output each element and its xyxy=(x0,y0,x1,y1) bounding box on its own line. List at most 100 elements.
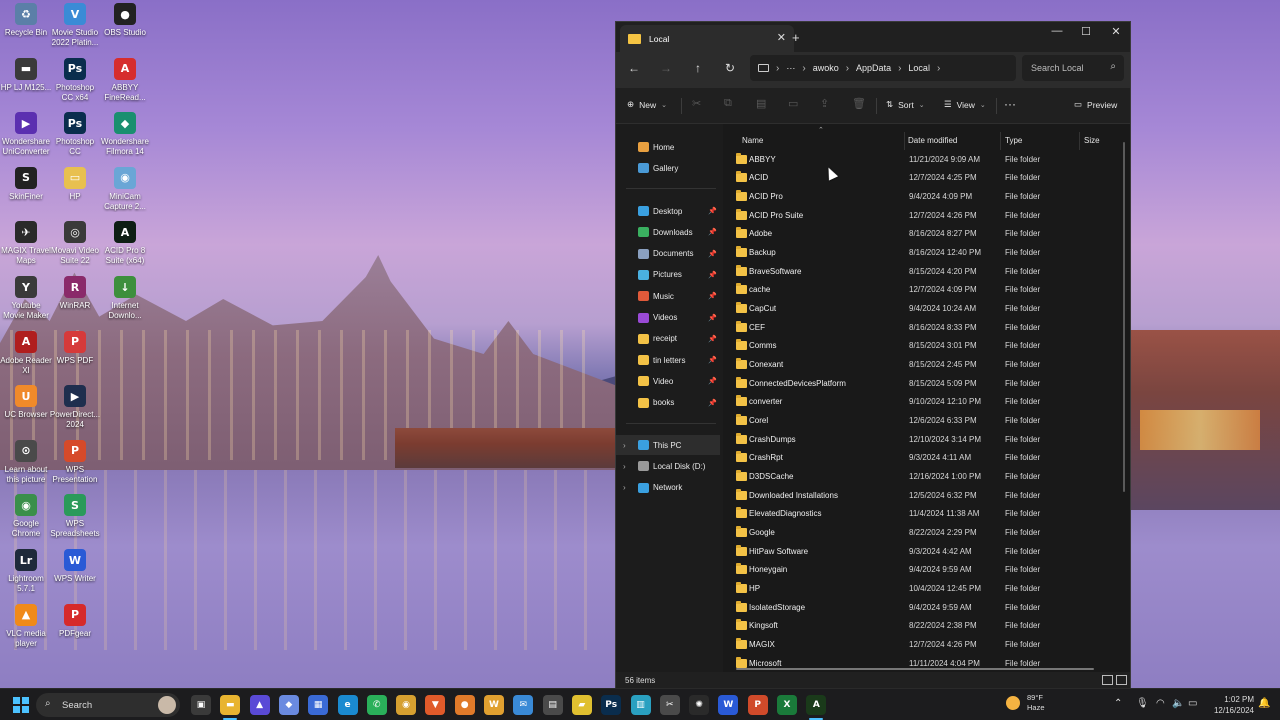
table-row[interactable]: Corel 12/6/2024 6:33 PM File folder xyxy=(724,411,1127,430)
desktop-icon-photoshop-cc[interactable]: Ps Photoshop CC xyxy=(49,112,101,157)
tab-local[interactable]: Local ✕ xyxy=(620,25,794,52)
column-divider[interactable] xyxy=(1000,132,1001,150)
taskbar-excel-icon[interactable]: X xyxy=(777,695,797,715)
up-arrow-icon[interactable]: ↑ xyxy=(688,61,708,75)
desktop-icon-wps-spreadsheets[interactable]: S WPS Spreadsheets xyxy=(49,494,101,539)
file-explorer-window[interactable]: Local ✕ + — ☐ ✕ ← → ↑ ↻ › ··· › awoko › … xyxy=(615,21,1131,689)
table-row[interactable]: ABBYY 11/21/2024 9:09 AM File folder xyxy=(724,150,1127,169)
taskbar-mail-icon[interactable]: ✉ xyxy=(513,695,534,715)
vertical-scrollbar[interactable] xyxy=(1123,142,1125,492)
horizontal-scrollbar[interactable] xyxy=(736,668,1094,670)
breadcrumb-awoko[interactable]: awoko xyxy=(813,63,839,73)
taskbar-task-view-icon[interactable]: ▣ xyxy=(191,695,211,715)
desktop-icon-magix-travel-maps[interactable]: ✈ MAGIX Travel Maps xyxy=(0,221,52,266)
table-row[interactable]: HitPaw Software 9/3/2024 4:42 AM File fold… xyxy=(724,542,1127,561)
taskbar-store-icon[interactable]: ▦ xyxy=(308,695,329,715)
table-row[interactable]: HP 10/4/2024 12:45 PM File folder xyxy=(724,579,1127,598)
desktop-icon-recycle-bin[interactable]: ♻ Recycle Bin xyxy=(0,3,52,38)
table-row[interactable]: CrashDumps 12/10/2024 3:14 PM File folder xyxy=(724,430,1127,449)
table-row[interactable]: CapCut 9/4/2024 10:24 AM File folder xyxy=(724,299,1127,318)
minimize-button[interactable]: — xyxy=(1042,25,1072,37)
tiles-view-icon[interactable] xyxy=(1116,675,1127,685)
breadcrumb-appdata[interactable]: AppData xyxy=(856,63,891,73)
table-row[interactable]: ElevatedDiagnostics 11/4/2024 11:38 AM Fil… xyxy=(724,504,1127,523)
refresh-icon[interactable]: ↻ xyxy=(720,61,740,75)
volume-icon[interactable]: 🔈 xyxy=(1172,698,1184,709)
desktop-icon-winrar[interactable]: R WinRAR xyxy=(49,276,101,311)
desktop-icon-wondershare-uniconverter[interactable]: ▶ Wondershare UniConverter xyxy=(0,112,52,157)
taskbar-powerpoint-icon[interactable]: P xyxy=(747,695,768,715)
taskbar-firefox-icon[interactable]: ● xyxy=(454,695,475,715)
sidebar-item-desktop[interactable]: Desktop 📌 xyxy=(616,201,720,221)
title-bar[interactable]: Local ✕ + — ☐ ✕ xyxy=(616,22,1130,52)
desktop-icon-wondershare-filmora-14[interactable]: ◆ Wondershare Filmora 14 xyxy=(99,112,151,157)
table-row[interactable]: Comms 8/15/2024 3:01 PM File folder xyxy=(724,337,1127,356)
table-row[interactable]: Google 8/22/2024 2:29 PM File folder xyxy=(724,523,1127,542)
desktop-icon-learn-about-this-picture[interactable]: ⊙ Learn about this picture xyxy=(0,439,52,485)
table-row[interactable]: MAGIX 12/7/2024 4:26 PM File folder xyxy=(724,635,1127,654)
chevron-right-icon[interactable]: › xyxy=(937,63,940,74)
sidebar-item-local-disk-d[interactable]: › Local Disk (D:) xyxy=(616,456,720,476)
maximize-button[interactable]: ☐ xyxy=(1071,25,1101,38)
table-row[interactable]: CEF 8/16/2024 8:33 PM File folder xyxy=(724,318,1127,337)
sidebar-item-receipt[interactable]: receipt 📌 xyxy=(616,329,720,349)
table-row[interactable]: Backup 8/16/2024 12:40 PM File folder xyxy=(724,243,1127,262)
taskbar-whatsapp-icon[interactable]: ✆ xyxy=(366,695,387,715)
sidebar-item-home[interactable]: Home xyxy=(616,137,720,157)
sidebar-item-tin-letters[interactable]: tin letters 📌 xyxy=(616,350,720,370)
table-row[interactable]: Kingsoft 8/22/2024 2:38 PM File folder xyxy=(724,616,1127,635)
back-arrow-icon[interactable]: ← xyxy=(624,61,644,75)
sort-button[interactable]: ⇅ Sort ⌄ xyxy=(886,99,925,110)
taskbar-chatgpt-icon[interactable]: ✺ xyxy=(689,695,710,715)
table-row[interactable]: Downloaded Installations 12/5/2024 6:32 P… xyxy=(724,486,1127,505)
notification-bell-icon[interactable]: 🔔 xyxy=(1258,698,1270,709)
desktop-icon-skinfiner[interactable]: S SkinFiner xyxy=(0,166,52,202)
sidebar-item-music[interactable]: Music 📌 xyxy=(616,286,720,306)
sidebar-item-network[interactable]: › Network xyxy=(616,478,720,498)
chevron-right-icon[interactable]: › xyxy=(623,483,626,492)
taskbar-notepad-icon[interactable]: ▥ xyxy=(630,695,651,715)
new-button[interactable]: ⊕ New ⌄ xyxy=(627,99,667,110)
column-header-type[interactable]: Type xyxy=(1005,136,1022,145)
taskbar-search[interactable]: ⌕ Search xyxy=(36,693,180,717)
delete-icon[interactable]: 🗑 xyxy=(852,97,866,110)
start-button[interactable] xyxy=(13,697,29,713)
more-options-button[interactable]: ··· xyxy=(1004,97,1016,111)
table-row[interactable]: BraveSoftware 8/15/2024 4:20 PM File folde… xyxy=(724,262,1127,281)
desktop-icon-hp[interactable]: ▭ HP xyxy=(49,166,101,202)
table-row[interactable]: IsolatedStorage 9/4/2024 9:59 AM File fold… xyxy=(724,598,1127,617)
close-tab-icon[interactable]: ✕ xyxy=(777,31,786,44)
desktop-icon-hp-lj-m125[interactable]: ▬ HP LJ M125... xyxy=(0,57,52,93)
sidebar-item-pictures[interactable]: Pictures 📌 xyxy=(616,265,720,285)
table-row[interactable]: cache 12/7/2024 4:09 PM File folder xyxy=(724,281,1127,300)
sidebar-item-video[interactable]: Video 📌 xyxy=(616,371,720,391)
weather-widget[interactable]: 89°F Haze xyxy=(1006,693,1045,713)
desktop-icon-minicam-capture-2[interactable]: ◉ MiniCam Capture 2... xyxy=(99,166,151,212)
desktop-icon-movavi-video-suite-22[interactable]: ◎ Movavi Video Suite 22 xyxy=(49,221,101,266)
wifi-icon[interactable]: ◠ xyxy=(1156,698,1165,709)
show-hidden-icons[interactable]: ⌃ xyxy=(1114,698,1122,709)
desktop-icon-acid-pro-8-suite-x64[interactable]: A ACID Pro 8 Suite (x64) xyxy=(99,221,151,266)
taskbar-brave-icon[interactable]: ▼ xyxy=(425,695,446,715)
table-row[interactable]: ACID 12/7/2024 4:25 PM File folder xyxy=(724,169,1127,188)
desktop-icon-wps-presentation[interactable]: P WPS Presentation xyxy=(49,439,101,485)
preview-button[interactable]: ▭ Preview xyxy=(1074,99,1117,110)
sidebar-item-books[interactable]: books 📌 xyxy=(616,393,720,413)
desktop-icon-photoshop-cc-x64[interactable]: Ps Photoshop CC x64 xyxy=(49,57,101,103)
desktop-icon-movie-studio-2022-platin[interactable]: V Movie Studio 2022 Platin... xyxy=(49,3,101,48)
table-row[interactable]: Honeygain 9/4/2024 9:59 AM File folder xyxy=(724,560,1127,579)
column-header-size[interactable]: Size xyxy=(1084,136,1100,145)
desktop-icon-google-chrome[interactable]: ◉ Google Chrome xyxy=(0,494,52,539)
desktop-icon-youtube-movie-maker[interactable]: Y Youtube Movie Maker xyxy=(0,276,52,321)
sidebar-item-downloads[interactable]: Downloads 📌 xyxy=(616,222,720,242)
clock[interactable]: 1:02 PM 12/16/2024 xyxy=(1208,694,1254,716)
cut-icon[interactable]: ✂ xyxy=(692,97,701,110)
share-icon[interactable]: ⇪ xyxy=(820,97,829,110)
table-row[interactable]: Conexant 8/15/2024 2:45 PM File folder xyxy=(724,355,1127,374)
desktop-icon-abbyy-fineread[interactable]: A ABBYY FineRead... xyxy=(99,57,151,103)
rename-icon[interactable]: ▭ xyxy=(788,97,798,110)
desktop-icon-wps-writer[interactable]: W WPS Writer xyxy=(49,549,101,584)
table-row[interactable]: converter 9/10/2024 12:10 PM File folder xyxy=(724,393,1127,412)
battery-icon[interactable]: ▭ xyxy=(1188,698,1197,709)
table-row[interactable]: ACID Pro 9/4/2024 4:09 PM File folder xyxy=(724,187,1127,206)
